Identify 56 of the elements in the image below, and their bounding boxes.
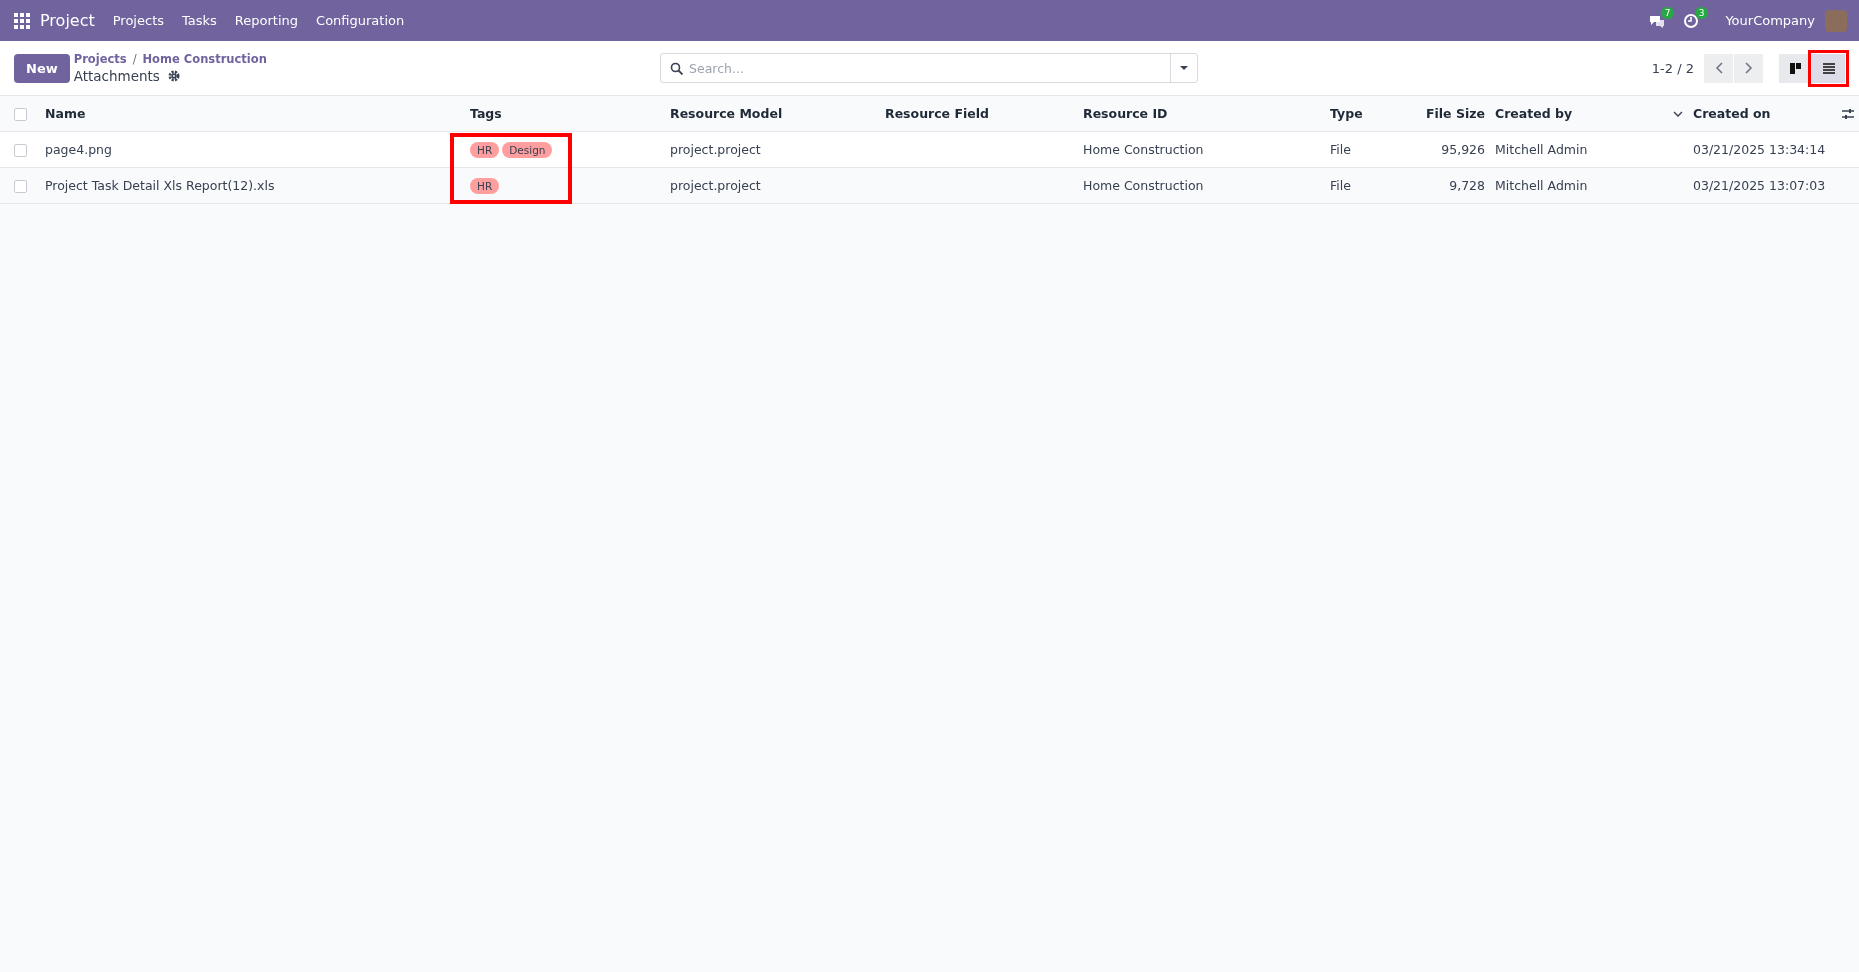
table-cell: Mitchell Admin: [1495, 178, 1588, 193]
menu-item[interactable]: Tasks: [182, 13, 217, 28]
column-header[interactable]: Resource ID: [1083, 106, 1168, 121]
app-name[interactable]: Project: [40, 11, 95, 30]
new-button[interactable]: New: [14, 53, 70, 83]
row-checkbox[interactable]: [14, 144, 27, 157]
breadcrumb-link[interactable]: Projects: [73, 52, 127, 66]
column-header[interactable]: Tags: [470, 106, 502, 121]
table-cell: 95,926: [1441, 142, 1485, 157]
kanban-view-button[interactable]: [1779, 53, 1812, 83]
table-cell: Mitchell Admin: [1495, 142, 1588, 157]
apps-menu-icon[interactable]: [14, 12, 30, 29]
company-name[interactable]: YourCompany: [1725, 13, 1815, 28]
column-header[interactable]: Resource Model: [670, 106, 783, 121]
chevron-left-icon: [1714, 62, 1723, 74]
column-header[interactable]: Created on: [1693, 106, 1771, 121]
column-header[interactable]: Name: [45, 106, 86, 121]
breadcrumb-link[interactable]: Home Construction: [142, 52, 267, 66]
search-bar[interactable]: Search...: [660, 53, 1198, 83]
table-cell: 03/21/2025 13:34:14: [1693, 142, 1826, 157]
kanban-icon: [1790, 62, 1801, 74]
activity-count-badge: 3: [1694, 6, 1709, 19]
row-checkbox[interactable]: [14, 180, 27, 193]
chevron-down-icon[interactable]: [1673, 110, 1683, 117]
search-icon: [670, 61, 683, 75]
table-cell: File: [1330, 142, 1351, 157]
gear-icon[interactable]: [167, 70, 180, 82]
table-cell: File: [1330, 178, 1351, 193]
table-cell: page4.png: [45, 142, 112, 157]
column-header[interactable]: File Size: [1426, 106, 1485, 121]
column-header[interactable]: Created by: [1495, 106, 1573, 121]
page-title: Attachments: [73, 68, 160, 84]
tag: Design: [502, 141, 553, 158]
select-all-checkbox[interactable]: [14, 108, 27, 121]
table-cell: Project Task Detail Xls Report(12).xls: [45, 178, 275, 193]
chevron-right-icon: [1744, 62, 1753, 74]
table-cell: project.project: [670, 178, 761, 193]
menu-item[interactable]: Reporting: [234, 13, 299, 28]
pager-value: 1-2 / 2: [1651, 60, 1694, 76]
table-cell: 03/21/2025 13:07:03: [1693, 178, 1826, 193]
breadcrumb-separator: /: [132, 52, 137, 66]
caret-icon[interactable]: [1180, 66, 1188, 70]
tag: HR: [470, 177, 500, 194]
tag: HR: [470, 141, 500, 158]
table-cell: project.project: [670, 142, 761, 157]
table-cell: Home Construction: [1083, 142, 1204, 157]
menu-item[interactable]: Configuration: [316, 13, 405, 28]
column-header[interactable]: Resource Field: [885, 106, 989, 121]
column-header[interactable]: Type: [1330, 106, 1363, 121]
message-count-badge: 7: [1660, 6, 1675, 19]
table-cell: 9,728: [1449, 178, 1485, 193]
settings-sliders-icon[interactable]: [1842, 107, 1854, 120]
clock-icon[interactable]: [1683, 12, 1700, 29]
menu-item[interactable]: Projects: [112, 13, 164, 28]
table-cell: Home Construction: [1083, 178, 1204, 193]
list-icon: [1822, 62, 1835, 74]
